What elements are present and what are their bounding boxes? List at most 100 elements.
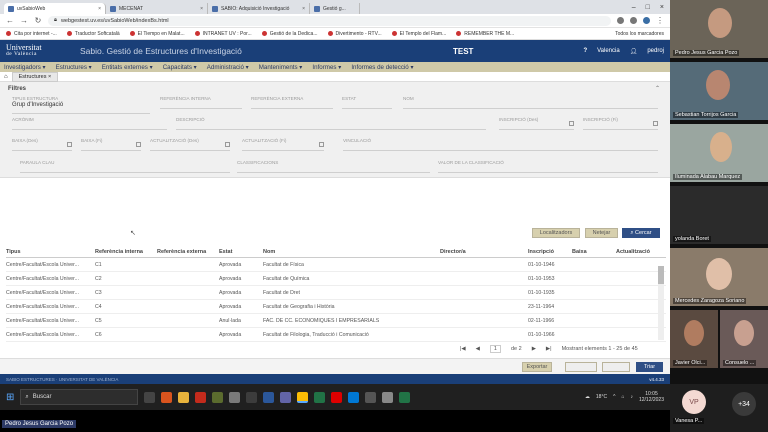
url-field[interactable]: 🔒︎ webgestest.uv.es/uvSabioWeb/indexBs.ht… [48, 15, 611, 26]
participant-tile[interactable]: Javier Olci... [670, 310, 718, 368]
ref-interna-field[interactable]: REFERÈNCIA INTERNA [160, 96, 242, 109]
close-window-icon[interactable]: × [660, 4, 664, 11]
task-view-icon[interactable] [144, 391, 156, 403]
page-number-input[interactable]: 1 [489, 345, 501, 353]
browser-tab-uvsabioweb[interactable]: uvSabioWeb × [4, 3, 106, 14]
col-header[interactable]: Tipus [6, 249, 95, 255]
col-header[interactable]: Inscripció [528, 249, 572, 255]
chrome-icon[interactable] [297, 391, 309, 403]
calendar-icon[interactable] [319, 142, 324, 147]
scrollbar-thumb[interactable] [658, 266, 664, 284]
menu-investigadors[interactable]: Investigadors ▾ [4, 64, 46, 71]
app-icon[interactable] [195, 391, 207, 403]
menu-informes[interactable]: Informes ▾ [312, 64, 341, 71]
help-icon[interactable]: ? [583, 48, 587, 54]
table-row[interactable]: Centre/Facultat/Escola Univer... C3 Aprova… [6, 286, 666, 300]
taskbar-search[interactable]: ⌕ Buscar [20, 389, 139, 405]
bookmark-item[interactable]: Divertimento - RTV... [327, 31, 382, 37]
ref-externa-field[interactable]: REFERÈNCIA EXTERNA [251, 96, 333, 109]
word-icon[interactable] [263, 391, 275, 403]
table-scrollbar[interactable] [658, 266, 664, 340]
col-header[interactable]: Nom [263, 249, 440, 255]
browser-tab-gestio[interactable]: Gestió g... [310, 3, 360, 14]
classificacions-select[interactable]: CLASSIFICACIONS [237, 160, 430, 173]
all-bookmarks-folder[interactable]: Todos los marcadores [615, 31, 664, 37]
clock[interactable]: 10:05 12/12/2023 [639, 391, 664, 403]
teams-icon[interactable] [280, 391, 292, 403]
menu-estructures[interactable]: Estructures ▾ [56, 64, 92, 71]
app-icon[interactable] [382, 391, 394, 403]
participant-tile[interactable]: Sebastian Torrijos Garcia [670, 62, 768, 120]
participant-tile[interactable]: Consuelo ... [720, 310, 768, 368]
app-icon[interactable] [314, 391, 326, 403]
app-icon[interactable] [365, 391, 377, 403]
col-header[interactable]: Estat [219, 249, 263, 255]
first-page-icon[interactable]: |◀ [460, 346, 466, 352]
cercar-button[interactable]: ⌕ Cercar [622, 228, 660, 238]
extension-icon[interactable] [630, 17, 637, 24]
triar-button[interactable]: Triar [636, 362, 663, 372]
bookmark-item[interactable]: Traductor Softcatalà [66, 31, 120, 37]
netejar-button[interactable]: Netejar [585, 228, 618, 238]
collapse-icon[interactable]: ⌃ [655, 85, 660, 92]
forward-icon[interactable]: → [20, 16, 28, 25]
nom-field[interactable]: NOM [403, 96, 658, 109]
participant-tile[interactable]: Mercedes Zaragoza Soriano [670, 248, 768, 306]
exportar-button[interactable]: Exportar [522, 362, 552, 372]
volume-icon[interactable]: ♪ [630, 394, 633, 400]
paraula-clau-field[interactable]: PARAULA CLAU [20, 160, 230, 173]
estat-select[interactable]: ESTAT [342, 96, 392, 109]
browser-menu-icon[interactable]: ⋮ [656, 16, 664, 25]
outlook-icon[interactable] [348, 391, 360, 403]
calendar-icon[interactable] [653, 121, 658, 126]
col-header[interactable]: Referència externa [157, 249, 219, 255]
inscripcio-des-field[interactable]: INSCRIPCIÓ (Des) [499, 117, 574, 130]
bookmark-item[interactable]: El Templo del Flam... [391, 31, 446, 37]
bookmark-item[interactable]: El Tiempo en Malat... [129, 31, 185, 37]
calendar-icon[interactable] [136, 142, 141, 147]
tipus-estructura-select[interactable]: TIPUS ESTRUCTURA Grup d'Investigació [12, 96, 150, 114]
tray-chevron-icon[interactable]: ^ [613, 394, 615, 400]
last-page-icon[interactable]: ▶| [546, 346, 552, 352]
bookmark-item[interactable]: Gestió de la Dedica... [261, 31, 318, 37]
browser-tab-sabio[interactable]: SABIO: Adquisició Investigació × [208, 3, 310, 14]
menu-entitats-externes[interactable]: Entitats externes ▾ [102, 64, 153, 71]
descripcio-field[interactable]: DESCRIPCIÓ [176, 117, 486, 130]
file-explorer-icon[interactable] [178, 391, 190, 403]
bookmark-item[interactable]: REMEMBER THE M... [456, 31, 514, 37]
profile-avatar[interactable] [643, 17, 650, 24]
col-header[interactable]: Actualització [616, 249, 666, 255]
app-icon[interactable] [246, 391, 258, 403]
calendar-icon[interactable] [225, 142, 230, 147]
close-tab-icon[interactable]: × [98, 6, 101, 12]
tab-estructures[interactable]: Estructures × [11, 71, 59, 82]
actualitzacio-fins-field[interactable]: ACTUALITZACIÓ (Fi) [242, 138, 324, 151]
col-header[interactable]: Referència interna [95, 249, 157, 255]
location-selector[interactable]: Valencia [597, 48, 620, 54]
participant-tile[interactable]: Iluminada Alabau Marquez [670, 124, 768, 182]
menu-capacitats[interactable]: Capacitats ▾ [163, 64, 197, 71]
baixa-fins-field[interactable]: BAIXA (Fi) [81, 138, 141, 151]
valor-classificacio-field[interactable]: VALOR DE LA CLASSIFICACIÓ [438, 160, 658, 173]
app-icon[interactable] [212, 391, 224, 403]
vinculacio-field[interactable]: VINCULACIÓ [343, 138, 658, 151]
calendar-icon[interactable] [569, 121, 574, 126]
firefox-icon[interactable] [161, 391, 173, 403]
bookmark-item[interactable]: INTRANET UV : Por... [194, 31, 252, 37]
browser-tab-mecenat[interactable]: MECENAT × [106, 3, 208, 14]
next-page-icon[interactable]: ▶ [532, 346, 536, 352]
network-icon[interactable]: ⌂ [621, 394, 624, 400]
participant-tile[interactable]: VP Vanesa P... [670, 384, 720, 432]
excel-icon[interactable] [399, 391, 411, 403]
table-row[interactable]: Centre/Facultat/Escola Univer... C1 Aprova… [6, 258, 666, 272]
app-icon[interactable] [229, 391, 241, 403]
home-icon[interactable]: ⌂ [4, 74, 8, 80]
inscripcio-fins-field[interactable]: INSCRIPCIÓ (Fi) [583, 117, 658, 130]
minimize-icon[interactable]: – [632, 4, 636, 11]
windows-start-icon[interactable]: ⊞ [6, 392, 14, 403]
calendar-icon[interactable] [67, 142, 72, 147]
prev-page-icon[interactable]: ◀ [476, 346, 480, 352]
close-tab-icon[interactable]: × [200, 6, 203, 12]
table-row[interactable]: Centre/Facultat/Escola Univer... C6 Aprova… [6, 328, 666, 342]
weather-icon[interactable]: ☁ [585, 394, 590, 400]
